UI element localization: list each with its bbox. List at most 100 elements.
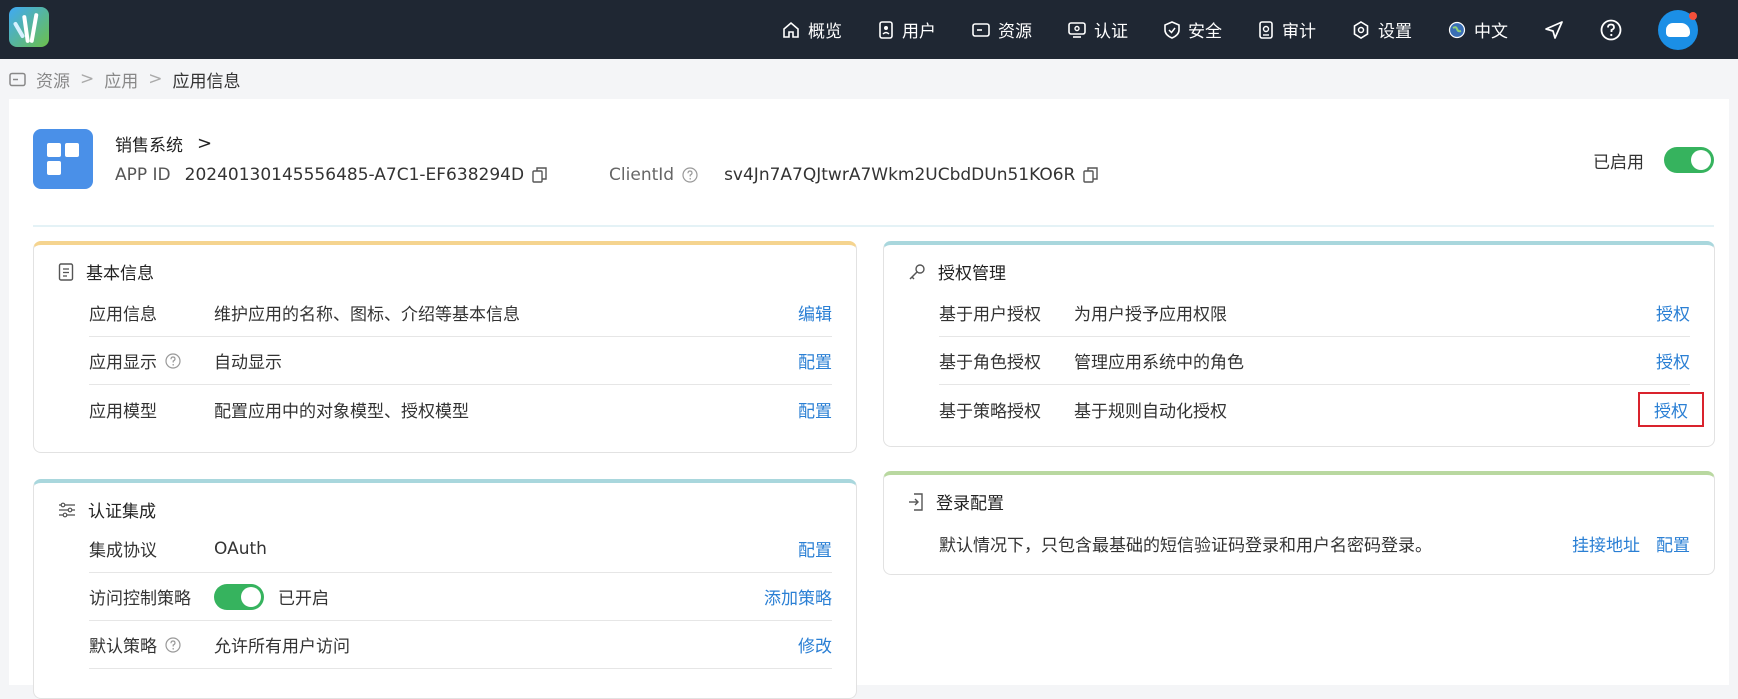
app-id-value: 20240130145556485-A7C1-EF638294D bbox=[184, 165, 525, 185]
key-icon bbox=[909, 263, 925, 280]
auth-integration-title: 认证集成 bbox=[88, 502, 156, 522]
login-config-title: 登录配置 bbox=[936, 494, 1004, 514]
row-value: 为用户授予应用权限 bbox=[1074, 305, 1227, 325]
row-key: 应用显示 bbox=[89, 353, 157, 373]
breadcrumb-resources[interactable]: 资源 bbox=[36, 67, 70, 92]
nav-item-audit[interactable]: 审计 bbox=[1258, 17, 1316, 42]
avatar[interactable] bbox=[1658, 9, 1698, 50]
nav-label-audit: 审计 bbox=[1282, 22, 1316, 42]
basic-info-title: 基本信息 bbox=[86, 264, 154, 284]
top-navbar: 概览 用户 资源 认证 安全 审计 设置 中文 bbox=[0, 0, 1738, 59]
shield-icon bbox=[1164, 20, 1180, 39]
nav-item-security[interactable]: 安全 bbox=[1164, 17, 1222, 42]
configure-display-link[interactable]: 配置 bbox=[798, 348, 832, 373]
client-id-value: sv4Jn7A7QJtwrA7Wkm2UCbdDUn51KO6R bbox=[724, 165, 1076, 185]
login-icon bbox=[909, 492, 923, 511]
app-icon bbox=[33, 129, 93, 189]
help-icon[interactable] bbox=[165, 636, 181, 653]
list-item: 默认策略 允许所有用户访问 修改 bbox=[89, 621, 832, 669]
nav-item-overview[interactable]: 概览 bbox=[782, 17, 842, 42]
row-value-wrap: 已开启 bbox=[214, 583, 748, 610]
login-config-card: 登录配置 默认情况下，只包含最基础的短信验证码登录和用户名密码登录。 挂接地址 … bbox=[883, 471, 1715, 575]
row-value: 自动显示 bbox=[214, 353, 282, 373]
audit-icon bbox=[1259, 20, 1273, 39]
app-name[interactable]: 销售系统 > bbox=[115, 131, 212, 156]
app-id-row: APP ID 20240130145556485-A7C1-EF638294D … bbox=[115, 165, 1099, 185]
row-key-wrap: 应用显示 bbox=[89, 348, 214, 373]
configure-protocol-link[interactable]: 配置 bbox=[798, 536, 832, 561]
help-button[interactable] bbox=[1600, 19, 1622, 41]
card-title: 授权管理 bbox=[908, 259, 1006, 284]
configure-model-link[interactable]: 配置 bbox=[798, 397, 832, 422]
edit-app-info-link[interactable]: 编辑 bbox=[798, 300, 832, 325]
avatar-cloud-icon bbox=[1666, 22, 1690, 37]
row-key: 应用模型 bbox=[89, 401, 157, 422]
user-icon bbox=[879, 20, 893, 39]
nav-item-language[interactable]: 中文 bbox=[1448, 17, 1508, 42]
modify-policy-link[interactable]: 修改 bbox=[798, 632, 832, 657]
list-item: 应用显示 自动显示 配置 bbox=[89, 337, 832, 385]
nav-label-overview: 概览 bbox=[808, 22, 842, 42]
breadcrumb-separator: > bbox=[148, 69, 163, 89]
breadcrumb-apps[interactable]: 应用 bbox=[104, 67, 138, 92]
nav-item-settings[interactable]: 设置 bbox=[1352, 17, 1412, 42]
app-logo[interactable] bbox=[9, 7, 49, 47]
resource-icon bbox=[972, 22, 990, 37]
send-button[interactable] bbox=[1544, 20, 1564, 40]
row-key-wrap: 默认策略 bbox=[89, 632, 214, 657]
nav-label-users: 用户 bbox=[902, 22, 936, 42]
add-policy-link[interactable]: 添加策略 bbox=[764, 584, 832, 609]
nav-label-settings: 设置 bbox=[1378, 22, 1412, 42]
configure-login-link[interactable]: 配置 bbox=[1656, 531, 1690, 556]
role-authorize-link[interactable]: 授权 bbox=[1656, 348, 1690, 373]
auth-icon bbox=[1068, 21, 1086, 38]
main-panel: 销售系统 > APP ID 20240130145556485-A7C1-EF6… bbox=[9, 99, 1729, 699]
row-value: OAuth bbox=[214, 538, 267, 559]
row-key: 基于角色授权 bbox=[939, 353, 1041, 373]
list-item: 默认情况下，只包含最基础的短信验证码登录和用户名密码登录。 挂接地址 配置 bbox=[939, 519, 1690, 567]
access-control-toggle[interactable] bbox=[214, 583, 264, 610]
home-icon bbox=[783, 21, 799, 38]
globe-icon bbox=[1448, 21, 1466, 38]
row-key: 基于策略授权 bbox=[939, 401, 1041, 422]
resource-icon bbox=[9, 72, 26, 86]
nav-item-auth[interactable]: 认证 bbox=[1068, 17, 1128, 42]
nav-label-auth: 认证 bbox=[1094, 22, 1128, 42]
user-authorize-link[interactable]: 授权 bbox=[1656, 300, 1690, 325]
list-item: 基于策略授权 基于规则自动化授权 授权 bbox=[939, 385, 1704, 433]
row-value: 配置应用中的对象模型、授权模型 bbox=[214, 401, 469, 422]
help-icon[interactable] bbox=[165, 352, 181, 369]
row-value: 允许所有用户访问 bbox=[214, 637, 350, 657]
authorization-title: 授权管理 bbox=[938, 264, 1006, 284]
main-nav: 概览 用户 资源 认证 安全 审计 设置 中文 bbox=[782, 0, 1738, 59]
card-title: 认证集成 bbox=[58, 497, 156, 522]
enable-toggle[interactable] bbox=[1664, 147, 1714, 173]
nav-item-users[interactable]: 用户 bbox=[878, 17, 936, 42]
nav-item-resources[interactable]: 资源 bbox=[972, 17, 1032, 42]
client-id-label-wrap: ClientId bbox=[609, 165, 724, 185]
app-id-label: APP ID bbox=[115, 165, 171, 185]
app-header: 销售系统 > APP ID 20240130145556485-A7C1-EF6… bbox=[33, 129, 1714, 227]
basic-info-card: 基本信息 应用信息 维护应用的名称、图标、介绍等基本信息 编辑 应用显示 自动显… bbox=[33, 241, 857, 453]
sliders-icon bbox=[59, 502, 75, 517]
card-title: 基本信息 bbox=[58, 259, 154, 284]
breadcrumb-separator: > bbox=[80, 69, 95, 89]
help-icon[interactable] bbox=[682, 167, 698, 183]
copy-icon[interactable] bbox=[532, 167, 547, 183]
breadcrumb-current: 应用信息 bbox=[172, 71, 241, 92]
chevron-right-icon: > bbox=[197, 133, 213, 154]
row-value: 基于规则自动化授权 bbox=[1074, 401, 1227, 422]
breadcrumb: 资源 > 应用 > 应用信息 bbox=[9, 66, 241, 92]
settings-icon bbox=[1353, 20, 1369, 39]
card-title: 登录配置 bbox=[908, 489, 1004, 514]
list-item: 应用模型 配置应用中的对象模型、授权模型 配置 bbox=[89, 385, 832, 433]
app-status: 已启用 bbox=[1593, 147, 1714, 173]
row-key: 基于用户授权 bbox=[939, 305, 1041, 325]
list-item: 基于用户授权 为用户授予应用权限 授权 bbox=[939, 289, 1690, 337]
mount-address-link[interactable]: 挂接地址 bbox=[1572, 531, 1640, 556]
copy-icon[interactable] bbox=[1083, 167, 1099, 183]
document-icon bbox=[58, 262, 74, 281]
authorization-card: 授权管理 基于用户授权 为用户授予应用权限 授权 基于角色授权 管理应用系统中的… bbox=[883, 241, 1715, 447]
policy-authorize-link[interactable]: 授权 bbox=[1638, 391, 1704, 427]
row-key: 访问控制策略 bbox=[89, 589, 191, 609]
